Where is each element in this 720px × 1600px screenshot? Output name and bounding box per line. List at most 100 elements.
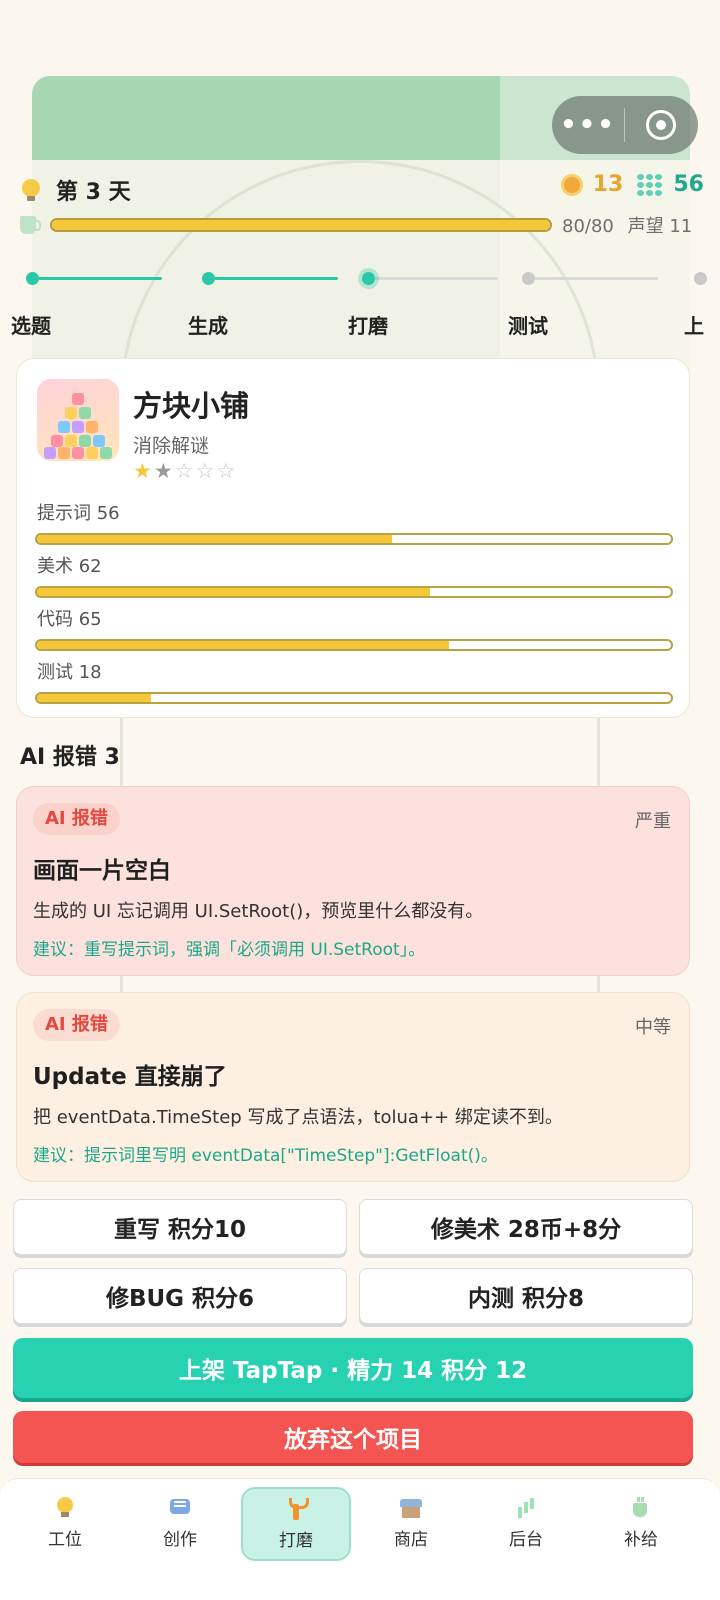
tab-create[interactable]: 创作 <box>125 1487 235 1559</box>
bug-severity: 中等 <box>635 1017 671 1038</box>
tab-label: 补给 <box>624 1529 658 1550</box>
publish-button[interactable]: 上架 TapTap · 精力 14 积分 12 <box>13 1338 693 1398</box>
stat-bar-fill <box>37 535 393 543</box>
coin-icon <box>560 173 583 196</box>
stat-prompt: 提示词 56 <box>35 499 673 545</box>
game-card: 方块小铺 消除解谜 ★ ★ ☆ ☆ ☆ 提示词 56 美术 62 代码 65 测… <box>16 358 690 718</box>
bug-tag: AI 报错 <box>33 803 120 835</box>
stat-label: 提示词 56 <box>37 503 120 524</box>
bottom-tab-bar: 工位 创作 打磨 商店 后台 补给 <box>0 1478 720 1600</box>
tab-label: 商店 <box>394 1529 428 1550</box>
energy-value: 80/80 <box>562 216 614 237</box>
tab-label: 创作 <box>163 1529 197 1550</box>
energy-row: 80/80 声望 11 <box>20 212 700 238</box>
step-track <box>208 277 338 280</box>
step-dot <box>694 272 707 285</box>
more-options-icon[interactable]: ••• <box>552 110 624 140</box>
game-icon-block <box>65 407 77 419</box>
miniapp-capsule: ••• <box>552 96 698 154</box>
game-icon-block <box>86 421 98 433</box>
tab-label: 后台 <box>509 1529 543 1550</box>
fix-bug-button[interactable]: 修BUG 积分6 <box>13 1268 347 1324</box>
game-icon-block <box>79 407 91 419</box>
tab-label: 工位 <box>48 1529 82 1550</box>
stat-code: 代码 65 <box>35 605 673 651</box>
tab-supplies[interactable]: 补给 <box>586 1487 696 1559</box>
bug-suggestion: 建议：提示词里写明 eventData["TimeStep"]:GetFloat… <box>33 1146 498 1166</box>
abandon-project-button[interactable]: 放弃这个项目 <box>13 1411 693 1463</box>
game-icon-block <box>72 421 84 433</box>
game-icon-block <box>65 435 77 447</box>
game-icon-block <box>58 421 70 433</box>
day-label: 第 3 天 <box>56 180 131 205</box>
game-icon-block <box>72 447 84 459</box>
game-icon <box>37 379 119 461</box>
stat-bar <box>35 586 673 598</box>
game-icon-block <box>44 447 56 459</box>
stat-label: 代码 65 <box>37 609 102 630</box>
rewrite-button[interactable]: 重写 积分10 <box>13 1199 347 1255</box>
stat-label: 美术 62 <box>37 556 102 577</box>
step-label: 测试 <box>508 314 548 338</box>
star-icon: ☆ <box>195 459 215 483</box>
tab-backend[interactable]: 后台 <box>471 1487 581 1559</box>
stat-label: 测试 18 <box>37 662 102 683</box>
game-name: 方块小铺 <box>133 389 250 423</box>
tab-shop[interactable]: 商店 <box>356 1487 466 1559</box>
bug-card[interactable]: AI 报错 中等 Update 直接崩了 把 eventData.TimeSte… <box>16 992 690 1182</box>
energy-bar-fill <box>52 220 550 230</box>
chart-icon <box>515 1497 537 1519</box>
stat-bar <box>35 533 673 545</box>
step-dot <box>26 272 39 285</box>
step-label: 上 <box>684 314 704 338</box>
bug-tag: AI 报错 <box>33 1009 120 1041</box>
tab-workstation[interactable]: 工位 <box>10 1487 120 1559</box>
bugs-section-title: AI 报错 3 <box>20 745 120 770</box>
progress-stepper: 选题 生成 打磨 测试 上 <box>0 262 720 342</box>
stat-test: 测试 18 <box>35 658 673 704</box>
bug-suggestion: 建议：重写提示词，强调「必须调用 UI.SetRoot」。 <box>33 940 426 960</box>
step-dot <box>202 272 215 285</box>
stat-bar <box>35 692 673 704</box>
game-icon-block <box>93 435 105 447</box>
gem-icon <box>637 173 663 196</box>
star-icon: ☆ <box>216 459 236 483</box>
bug-description: 把 eventData.TimeStep 写成了点语法，tolua++ 绑定读不… <box>33 1107 563 1128</box>
tab-label: 打磨 <box>279 1530 313 1551</box>
step-label: 选题 <box>11 314 51 338</box>
shop-icon <box>400 1497 422 1519</box>
step-label: 生成 <box>188 314 228 338</box>
beta-test-button[interactable]: 内测 积分8 <box>359 1268 693 1324</box>
game-icon-block <box>72 393 84 405</box>
star-icon: ★ <box>153 459 173 483</box>
game-icon-block <box>79 435 91 447</box>
fix-art-button[interactable]: 修美术 28币+8分 <box>359 1199 693 1255</box>
chat-icon <box>169 1497 191 1519</box>
cup-icon <box>630 1496 652 1519</box>
step-track <box>528 277 658 280</box>
bug-severity: 严重 <box>635 811 671 832</box>
stat-bar-fill <box>37 694 152 702</box>
stat-bar-fill <box>37 641 450 649</box>
day-indicator: 第 3 天 <box>20 174 131 206</box>
wrench-icon <box>285 1497 309 1520</box>
lightbulb-icon <box>20 177 42 203</box>
close-miniapp-icon[interactable] <box>625 110 697 140</box>
step-track <box>32 277 162 280</box>
stat-art: 美术 62 <box>35 552 673 598</box>
bug-title: Update 直接崩了 <box>33 1064 227 1090</box>
reputation-value: 声望 11 <box>627 216 693 237</box>
bug-card[interactable]: AI 报错 严重 画面一片空白 生成的 UI 忘记调用 UI.SetRoot()… <box>16 786 690 976</box>
game-icon-block <box>86 447 98 459</box>
tab-polish[interactable]: 打磨 <box>241 1487 351 1561</box>
coin-count: 13 <box>592 172 624 197</box>
game-icon-block <box>58 447 70 459</box>
stat-bar-fill <box>37 588 431 596</box>
game-rating: ★ ★ ☆ ☆ ☆ <box>133 459 237 483</box>
game-icon-block <box>100 447 112 459</box>
step-label: 打磨 <box>348 314 388 338</box>
game-category: 消除解谜 <box>133 435 210 457</box>
game-icon-block <box>51 435 63 447</box>
resource-counters: 13 56 <box>560 172 704 197</box>
energy-cup-icon <box>20 216 41 234</box>
